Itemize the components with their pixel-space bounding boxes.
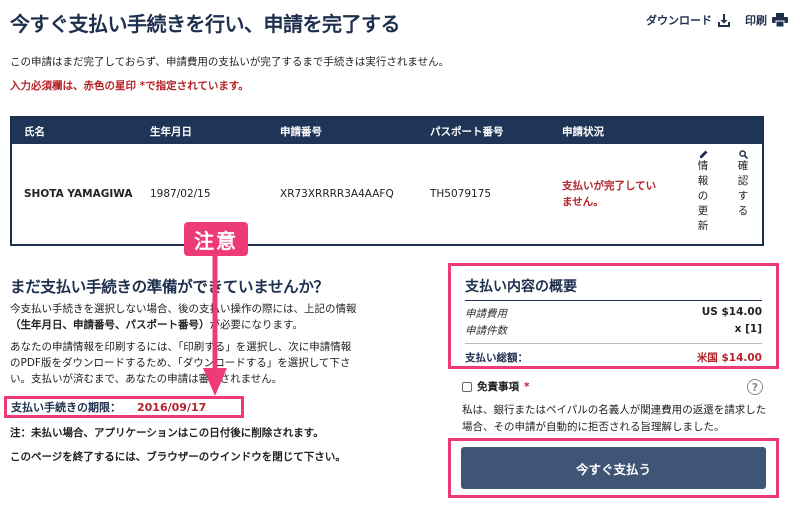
cell-passport: TH5079175: [430, 188, 492, 200]
not-ready-title: まだ支払い手続きの準備ができていませんか？: [10, 278, 329, 296]
disclaimer-text: 私は、銀行またはペイパルの名義人が関連費用の返還を請求した場合、その申請が自動的…: [462, 404, 767, 433]
printer-icon: [772, 13, 788, 27]
fee-row: 申請費用 US $14.00: [465, 306, 762, 321]
fee-value: US $14.00: [701, 306, 762, 318]
info-paragraph: 今支払い手続きを選択しない場合、後の支払い操作の際には、上記の情報 （生年月日、…: [10, 301, 400, 333]
total-divider: [465, 343, 762, 344]
confirm-label: 確認する: [737, 160, 749, 217]
update-info-label: 情報の更新: [697, 160, 709, 232]
payment-deadline: 支払い手続きの期限： 2016/09/17: [4, 396, 244, 418]
top-actions: ダウンロード 印刷: [646, 12, 788, 28]
disclaimer-label: 免責事項: [477, 381, 519, 393]
info-required-items: （生年月日、申請番号、パスポート番号）: [10, 319, 210, 331]
pay-highlight: 今すぐ支払う: [448, 438, 779, 498]
application-table: 氏名 生年月日 申請番号 パスポート番号 申請状況 SHOTA YAMAGIWA…: [10, 116, 764, 246]
download-label: ダウンロード: [646, 14, 712, 27]
count-value: x [1]: [734, 323, 762, 335]
deadline-label: 支払い手続きの期限：: [11, 401, 121, 414]
info-line-1: 今支払い手続きを選択しない場合、後の支払い操作の際には、上記の情報: [10, 303, 357, 315]
cell-name: SHOTA YAMAGIWA: [24, 188, 133, 200]
status-line-1: 支払いが完了してい: [562, 180, 657, 192]
total-value: 米国 $14.00: [696, 352, 762, 364]
help-icon[interactable]: ?: [747, 379, 763, 395]
page-title: 今すぐ支払い手続きを行い、申請を完了する: [10, 12, 401, 36]
confirm-link[interactable]: 確認する: [736, 150, 750, 219]
header-status: 申請状況: [562, 125, 604, 138]
print-line-3: い。支払いが済むまで、あなたの申請は審査されません。: [10, 373, 283, 385]
deadline-value: 2016/09/17: [137, 400, 207, 414]
cell-status: 支払いが完了してい ません。: [562, 178, 694, 210]
total-label: 支払い総額：: [465, 352, 528, 364]
table-header: 氏名 生年月日 申請番号 パスポート番号 申請状況: [12, 118, 762, 144]
attention-badge: 注意: [184, 222, 248, 256]
print-line-1: あなたの申請情報を印刷するには、「印刷する」を選択し、次に申請情報: [10, 341, 352, 353]
cell-app-no: XR73XRRRR3A4AAFQ: [280, 188, 394, 200]
print-line-2: のPDF版をダウンロードするため、「ダウンロードする」を選択して下さ: [10, 357, 351, 369]
fee-label: 申請費用: [465, 308, 507, 320]
count-label: 申請件数: [465, 325, 507, 337]
info-line-2: （生年月日、申請番号、パスポート番号）が必要になります。: [10, 317, 400, 333]
close-window-note: このページを終了するには、ブラウザーのウインドウを閉じて下さい。: [10, 451, 346, 463]
cell-dob: 1987/02/15: [150, 188, 211, 200]
download-link[interactable]: ダウンロード: [646, 12, 731, 28]
summary-divider: [465, 300, 762, 301]
download-icon: [718, 14, 730, 27]
header-dob: 生年月日: [150, 125, 192, 138]
incomplete-notice: この申請はまだ完了しておらず、申請費用の支払いが完了するまで手続きは実行されませ…: [10, 56, 450, 68]
disclaimer-header: 免責事項 *: [462, 379, 767, 394]
pencil-icon: [699, 150, 707, 158]
header-passport: パスポート番号: [430, 125, 504, 138]
status-line-2: ません。: [562, 196, 604, 208]
search-icon: [738, 150, 748, 159]
table-row: SHOTA YAMAGIWA 1987/02/15 XR73XRRRR3A4AA…: [12, 144, 762, 244]
deletion-note: 注：未払い場合、アプリケーションはこの日付後に削除されます。: [10, 427, 324, 439]
count-row: 申請件数 x [1]: [465, 323, 762, 338]
disclaimer-checkbox[interactable]: [462, 381, 472, 392]
payment-summary: 支払い内容の概要 申請費用 US $14.00 申請件数 x [1] 支払い総額…: [448, 263, 779, 369]
required-fields-notice: 入力必須欄は、赤色の星印 *で指定されています。: [10, 80, 249, 92]
total-row: 支払い総額： 米国 $14.00: [465, 350, 762, 365]
header-app-no: 申請番号: [280, 125, 322, 138]
required-mark: *: [524, 380, 530, 393]
disclaimer-section: 免責事項 * ? 私は、銀行またはペイパルの名義人が関連費用の返還を請求した場合…: [462, 379, 767, 436]
print-link[interactable]: 印刷: [745, 12, 788, 28]
info-line-2-tail: が必要になります。: [209, 319, 303, 331]
summary-title: 支払い内容の概要: [465, 279, 577, 295]
update-info-link[interactable]: 情報の更新: [696, 150, 710, 234]
header-name: 氏名: [24, 125, 45, 138]
print-paragraph: あなたの申請情報を印刷するには、「印刷する」を選択し、次に申請情報 のPDF版を…: [10, 339, 400, 387]
print-label: 印刷: [745, 14, 767, 27]
pay-now-button[interactable]: 今すぐ支払う: [461, 447, 766, 489]
